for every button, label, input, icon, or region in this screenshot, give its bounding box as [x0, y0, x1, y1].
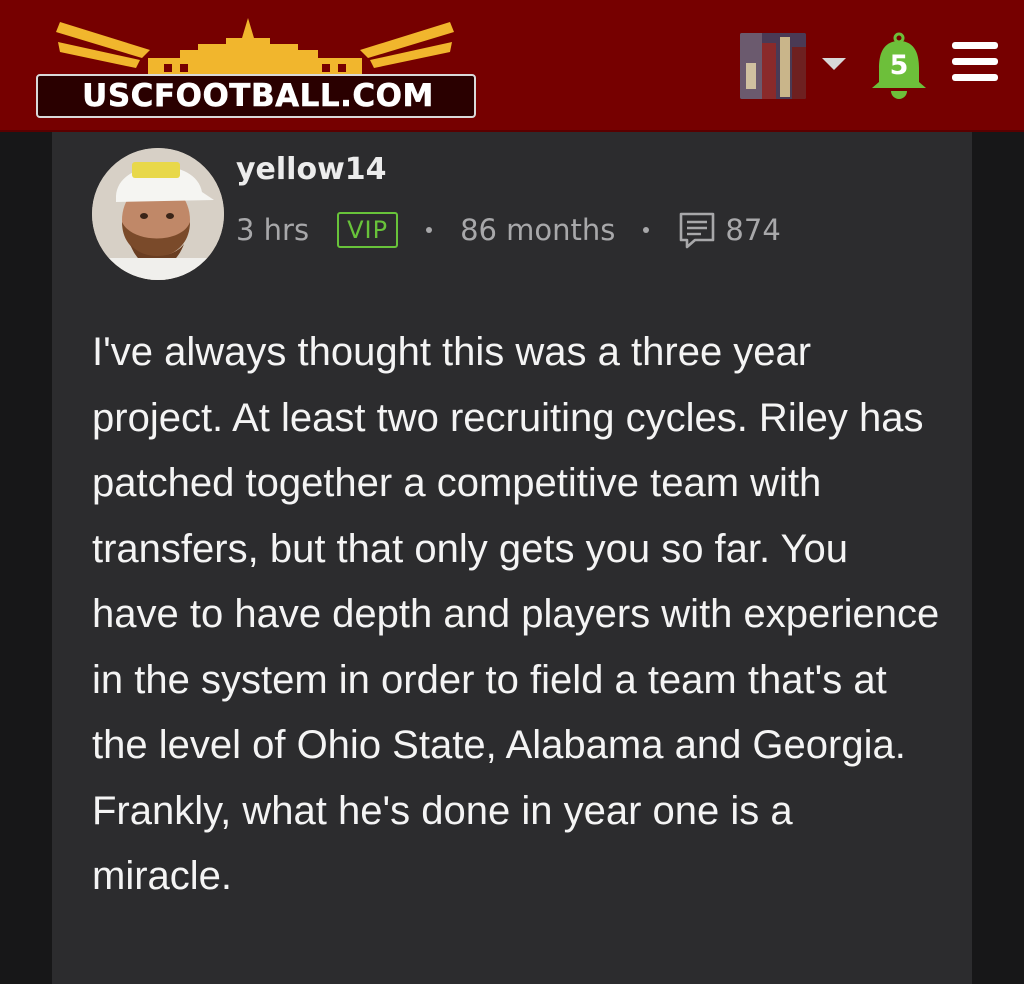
separator-dot — [426, 227, 433, 233]
status-badge: VIP — [337, 212, 399, 248]
bell-icon[interactable]: 5 — [868, 32, 930, 102]
post-meta: 3 hrs VIP 86 months 874 — [236, 208, 781, 252]
comment-icon — [680, 212, 715, 249]
separator-dot — [643, 227, 650, 233]
member-tenure: 86 months — [460, 213, 616, 247]
avatar[interactable] — [92, 148, 224, 280]
site-header: USCFOOTBALL.COM 5 — [0, 0, 1024, 132]
timestamp: 3 hrs — [236, 213, 310, 247]
notification-count: 5 — [889, 50, 909, 81]
site-logo[interactable]: USCFOOTBALL.COM — [30, 14, 480, 118]
post-card: yellow14 3 hrs VIP 86 months 874 I've al… — [52, 132, 972, 984]
chevron-down-icon[interactable] — [822, 58, 846, 70]
logo-text: USCFOOTBALL.COM — [36, 74, 476, 118]
menu-icon[interactable] — [952, 42, 998, 82]
post-body: I've always thought this was a three yea… — [92, 330, 940, 898]
post-count: 874 — [725, 213, 781, 247]
username[interactable]: yellow14 — [236, 150, 387, 190]
user-avatar-thumbnail[interactable] — [740, 33, 806, 99]
